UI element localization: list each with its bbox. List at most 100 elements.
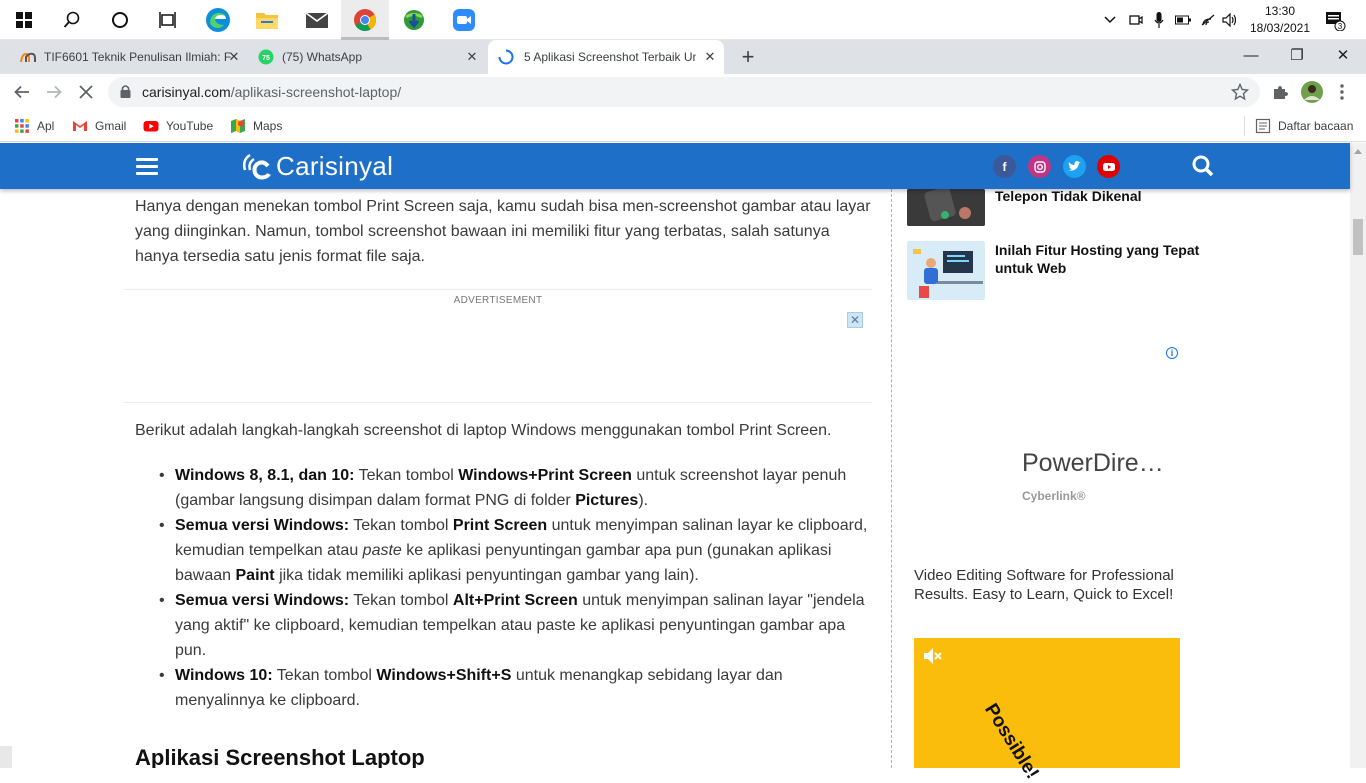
loading-spinner-icon <box>498 49 514 65</box>
close-tab-icon[interactable]: ✕ <box>226 49 242 65</box>
youtube-social-icon[interactable] <box>1097 155 1120 178</box>
tab-title: 5 Aplikasi Screenshot Terbaik Unt <box>524 50 696 64</box>
carisinyal-logo-icon[interactable] <box>240 149 274 188</box>
more-menu-icon[interactable] <box>1328 78 1356 106</box>
ad-info-icon[interactable]: i <box>1166 347 1178 359</box>
windows-start-icon[interactable] <box>0 0 48 40</box>
bookmarks-divider <box>1244 116 1245 136</box>
meet-now-icon[interactable] <box>1126 0 1146 40</box>
bookmark-label: YouTube <box>166 119 214 133</box>
url-path: /aplikasi-screenshot-laptop/ <box>230 84 402 100</box>
lock-icon[interactable] <box>120 84 131 103</box>
tab-whatsapp[interactable]: 75 (75) WhatsApp ✕ <box>250 40 486 74</box>
site-logo-text[interactable]: Carisinyal <box>276 151 393 182</box>
tab-title: (75) WhatsApp <box>282 50 363 64</box>
bookmark-label: Gmail <box>95 119 127 133</box>
close-tab-icon[interactable]: ✕ <box>464 49 480 65</box>
reading-list-label: Daftar bacaan <box>1278 119 1354 133</box>
related-post-title[interactable]: Telepon Tidak Dikenal <box>995 187 1205 205</box>
youtube-icon <box>143 118 159 134</box>
bookmark-star-icon[interactable] <box>1230 82 1250 106</box>
profile-avatar-icon[interactable] <box>1298 78 1326 106</box>
bookmark-youtube[interactable]: YouTube <box>143 116 213 136</box>
search-icon[interactable] <box>48 0 96 40</box>
site-header: Carisinyal f <box>0 143 1350 189</box>
back-arrow-icon[interactable] <box>8 78 36 106</box>
scrollbar-thumb[interactable] <box>1353 219 1363 255</box>
mail-icon[interactable] <box>293 0 341 40</box>
left-edge-handle <box>0 746 12 768</box>
url-host: carisinyal.com <box>142 84 231 100</box>
ad-close-icon[interactable]: ✕ <box>847 312 863 328</box>
task-view-icon[interactable] <box>144 0 192 40</box>
chevron-up-icon[interactable] <box>1100 0 1120 40</box>
related-post-thumbnail[interactable] <box>907 189 985 226</box>
action-center-icon[interactable]: 3 <box>1320 0 1350 40</box>
minimize-button[interactable]: — <box>1228 40 1274 70</box>
url-text: carisinyal.com/aplikasi-screenshot-lapto… <box>142 84 401 100</box>
bookmark-apl[interactable]: Apl <box>14 116 54 136</box>
close-tab-icon[interactable]: ✕ <box>702 49 718 65</box>
list-item: Windows 10: Tekan tombol Windows+Shift+S… <box>159 663 875 713</box>
tab-aplikasi-screenshot[interactable]: 5 Aplikasi Screenshot Terbaik Unt ✕ <box>488 40 724 74</box>
site-search-icon[interactable] <box>1192 155 1214 182</box>
facebook-icon[interactable]: f <box>993 155 1016 178</box>
cortana-icon[interactable] <box>96 0 144 40</box>
browser-tab-strip: TIF6601 Teknik Penulisan Ilmiah: F ✕ 75 … <box>0 40 1366 106</box>
apps-grid-icon <box>14 118 30 134</box>
notification-count: 3 <box>1338 22 1343 31</box>
sidebar-ad-description[interactable]: Video Editing Software for Professional … <box>914 566 1184 604</box>
related-post-thumbnail[interactable] <box>907 241 985 300</box>
clock-time: 13:30 <box>1264 4 1296 18</box>
zoom-icon[interactable] <box>440 0 488 40</box>
address-bar[interactable]: carisinyal.com/aplikasi-screenshot-lapto… <box>108 77 1260 107</box>
bookmark-gmail[interactable]: Gmail <box>72 116 126 136</box>
windows-taskbar: 13:30 18/03/2021 3 <box>0 0 1366 40</box>
internet-download-manager-icon[interactable] <box>390 0 438 40</box>
reading-list-icon <box>1255 118 1271 134</box>
forward-arrow-icon[interactable] <box>40 78 68 106</box>
list-item: Windows 8, 8.1, dan 10: Tekan tombol Win… <box>159 463 875 513</box>
sidebar-ad-title[interactable]: PowerDire… <box>1022 449 1164 478</box>
bookmarks-bar: Apl Gmail YouTube Maps Daftar bacaan <box>0 110 1366 142</box>
reading-list-button[interactable]: Daftar bacaan <box>1255 116 1353 136</box>
browser-toolbar: carisinyal.com/aplikasi-screenshot-lapto… <box>0 74 1366 110</box>
twitter-icon[interactable] <box>1063 155 1086 178</box>
stop-loading-icon[interactable] <box>72 78 100 106</box>
article-intro-paragraph: Hanya dengan menekan tombol Print Screen… <box>135 198 871 265</box>
bookmark-label: Apl <box>37 119 55 133</box>
restore-button[interactable]: ❐ <box>1274 40 1320 70</box>
bookmark-maps[interactable]: Maps <box>230 116 282 136</box>
steps-intro-paragraph: Berikut adalah langkah-langkah screensho… <box>135 422 832 439</box>
related-post-title[interactable]: Inilah Fitur Hosting yang Tepat untuk We… <box>995 241 1205 277</box>
section-heading: Aplikasi Screenshot Laptop <box>135 745 425 768</box>
page-scrollbar[interactable] <box>1350 143 1366 768</box>
chrome-icon[interactable] <box>341 0 389 40</box>
close-window-button[interactable]: ✕ <box>1320 40 1366 70</box>
sidebar-ad-brand[interactable]: Cyberlink® <box>1022 489 1086 503</box>
screenshot-steps-list: Windows 8, 8.1, dan 10: Tekan tombol Win… <box>159 463 875 713</box>
tab-title: TIF6601 Teknik Penulisan Ilmiah: F <box>44 50 232 64</box>
instagram-icon[interactable] <box>1028 155 1051 178</box>
advertisement-label: ADVERTISEMENT <box>453 295 543 306</box>
clock-date: 18/03/2021 <box>1249 21 1311 35</box>
sidebar-ad-video[interactable] <box>914 638 1180 768</box>
microphone-icon[interactable] <box>1150 0 1168 40</box>
new-tab-button[interactable]: + <box>736 44 760 70</box>
list-item: Semua versi Windows: Tekan tombol Print … <box>159 513 875 588</box>
volume-icon[interactable] <box>1220 0 1240 40</box>
muted-speaker-icon[interactable] <box>923 647 943 670</box>
edge-icon[interactable] <box>194 0 242 40</box>
bookmark-label: Maps <box>253 119 283 133</box>
gmail-icon <box>72 118 88 134</box>
hamburger-menu-icon[interactable] <box>136 154 158 179</box>
inline-advertisement[interactable]: ADVERTISEMENT ✕ <box>124 289 872 403</box>
taskbar-clock[interactable]: 13:30 18/03/2021 <box>1240 3 1320 37</box>
battery-icon[interactable] <box>1173 0 1193 40</box>
tab-tif6601[interactable]: TIF6601 Teknik Penulisan Ilmiah: F ✕ <box>12 40 248 74</box>
sidebar-divider <box>891 189 892 768</box>
scroll-up-arrow-icon[interactable] <box>1354 149 1362 154</box>
file-explorer-icon[interactable] <box>243 0 291 40</box>
wifi-icon[interactable] <box>1198 0 1218 40</box>
extensions-puzzle-icon[interactable] <box>1266 78 1294 106</box>
